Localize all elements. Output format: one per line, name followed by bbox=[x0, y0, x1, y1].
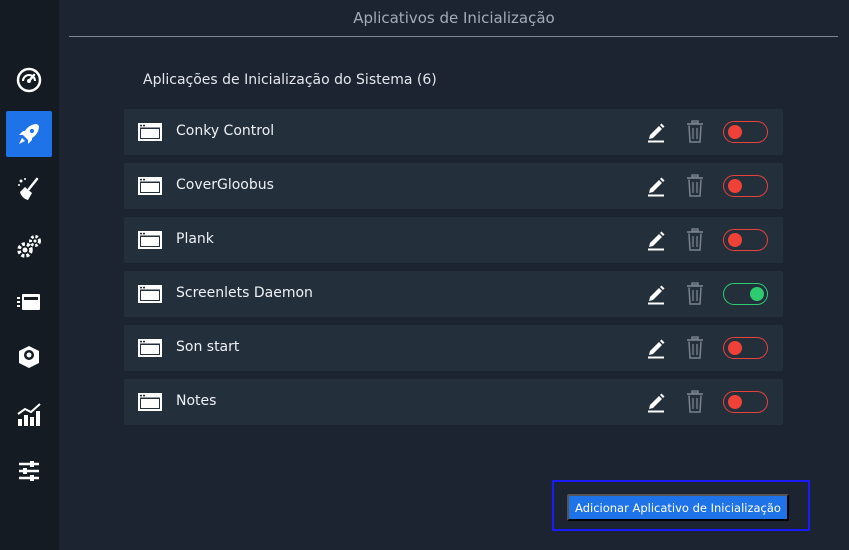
section-header: Aplicações de Inicialização do Sistema (… bbox=[143, 72, 437, 88]
startup-toggle[interactable] bbox=[723, 391, 768, 413]
gears-icon bbox=[17, 235, 41, 258]
speedometer-icon bbox=[16, 67, 42, 93]
app-name: Notes bbox=[176, 393, 217, 409]
toggle-knob bbox=[750, 287, 764, 301]
trash-icon[interactable] bbox=[685, 282, 705, 306]
startup-toggle[interactable] bbox=[723, 175, 768, 197]
trash-icon[interactable] bbox=[685, 174, 705, 198]
title-divider bbox=[69, 36, 838, 37]
startup-toggle[interactable] bbox=[723, 337, 768, 359]
sidebar-item-cleaner[interactable] bbox=[6, 166, 52, 212]
sidebar-item-settings[interactable] bbox=[6, 448, 52, 494]
app-window-icon bbox=[138, 339, 162, 357]
add-startup-app-button[interactable]: Adicionar Aplicativo de Inicialização bbox=[567, 494, 789, 521]
sidebar-item-startup[interactable] bbox=[6, 111, 52, 157]
app-row-5: Notes bbox=[124, 379, 783, 425]
sliders-icon bbox=[19, 461, 39, 481]
trash-icon[interactable] bbox=[685, 390, 705, 414]
trash-icon[interactable] bbox=[685, 228, 705, 252]
main-panel: Aplicativos de Inicialização Aplicações … bbox=[59, 0, 849, 550]
app-row-4: Son start bbox=[124, 325, 783, 371]
app-name: Plank bbox=[176, 231, 214, 247]
add-button-highlight: Adicionar Aplicativo de Inicialização bbox=[552, 480, 810, 531]
toggle-knob bbox=[728, 233, 742, 247]
sidebar-item-uninstaller[interactable] bbox=[6, 334, 52, 380]
window-title: Aplicativos de Inicialização bbox=[353, 9, 555, 27]
app-name: CoverGloobus bbox=[176, 177, 274, 193]
rocket-icon bbox=[19, 124, 39, 144]
app-window-icon bbox=[138, 177, 162, 195]
edit-pencil-icon[interactable] bbox=[646, 283, 666, 305]
toggle-knob bbox=[728, 125, 742, 139]
edit-pencil-icon[interactable] bbox=[646, 229, 666, 251]
bar-chart-icon bbox=[17, 403, 41, 426]
edit-pencil-icon[interactable] bbox=[646, 391, 666, 413]
trash-icon[interactable] bbox=[685, 120, 705, 144]
sidebar-item-resources[interactable] bbox=[6, 392, 52, 438]
toggle-knob bbox=[728, 395, 742, 409]
sidebar bbox=[0, 0, 59, 550]
app-window-icon bbox=[138, 231, 162, 249]
app-row-0: Conky Control bbox=[124, 109, 783, 155]
toggle-knob bbox=[728, 341, 742, 355]
edit-pencil-icon[interactable] bbox=[646, 175, 666, 197]
app-name: Screenlets Daemon bbox=[176, 285, 313, 301]
app-name: Conky Control bbox=[176, 123, 275, 139]
app-window-icon bbox=[138, 285, 162, 303]
startup-toggle[interactable] bbox=[723, 283, 768, 305]
sidebar-item-dashboard[interactable] bbox=[6, 56, 52, 102]
app-window-icon bbox=[138, 393, 162, 411]
startup-toggle[interactable] bbox=[723, 229, 768, 251]
app-window-icon bbox=[138, 123, 162, 141]
app-row-1: CoverGloobus bbox=[124, 163, 783, 209]
package-icon bbox=[19, 346, 39, 368]
edit-pencil-icon[interactable] bbox=[646, 337, 666, 359]
trash-icon[interactable] bbox=[685, 336, 705, 360]
broom-icon bbox=[18, 177, 39, 200]
toggle-knob bbox=[728, 179, 742, 193]
sidebar-item-services[interactable] bbox=[6, 224, 52, 270]
app-row-2: Plank bbox=[124, 217, 783, 263]
stack-icon bbox=[17, 294, 40, 310]
app-name: Son start bbox=[176, 339, 240, 355]
startup-toggle[interactable] bbox=[723, 121, 768, 143]
app-row-3: Screenlets Daemon bbox=[124, 271, 783, 317]
edit-pencil-icon[interactable] bbox=[646, 121, 666, 143]
sidebar-item-processes[interactable] bbox=[6, 279, 52, 325]
